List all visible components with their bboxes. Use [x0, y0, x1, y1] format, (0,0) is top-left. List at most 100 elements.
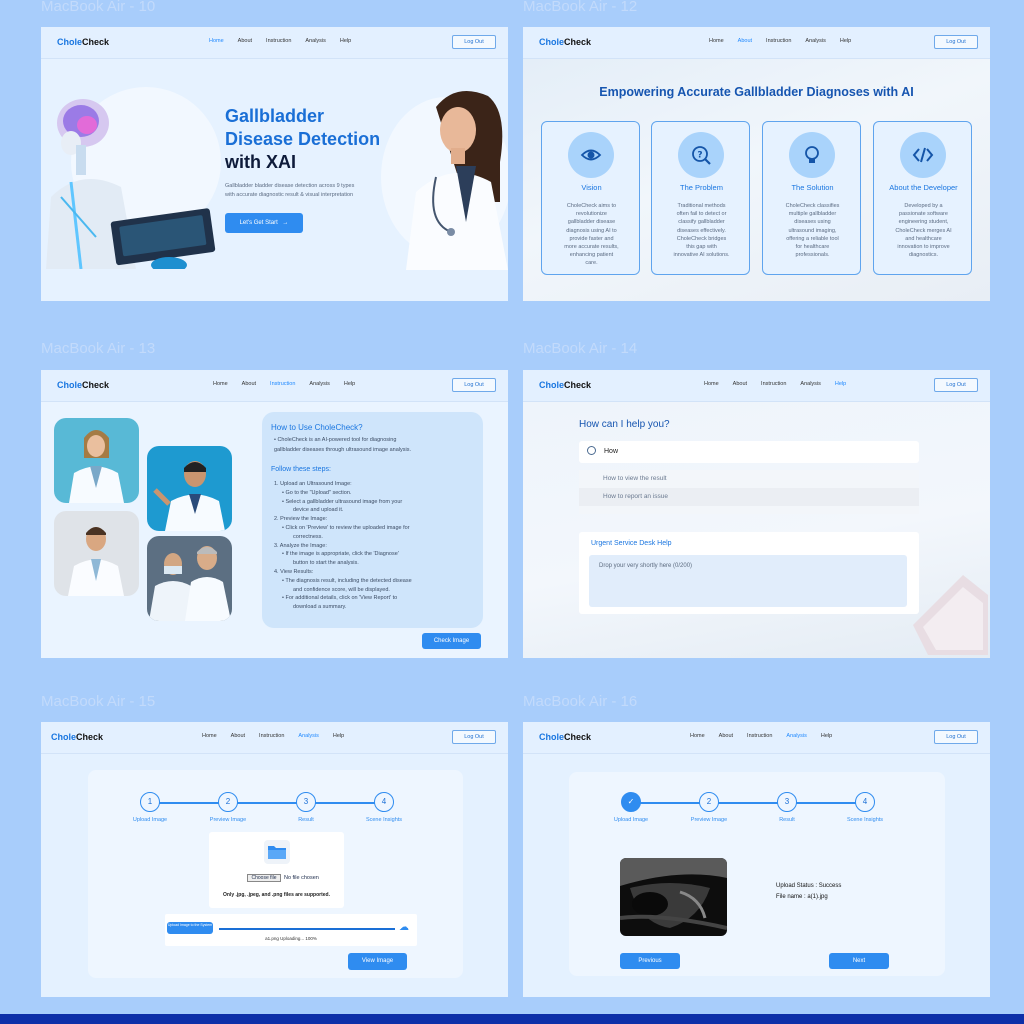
step-circle[interactable]: 2 [218, 792, 238, 812]
step-line: • The diagnosis result, including the de… [282, 577, 412, 584]
nav-about[interactable]: About [242, 381, 256, 387]
check-image-button[interactable]: Check Image [422, 633, 481, 649]
step-circle[interactable]: 3 [777, 792, 797, 812]
nav-instruction[interactable]: Instruction [766, 38, 791, 44]
hero-title: Gallbladder Disease Detection with XAI [225, 105, 380, 174]
step-circle[interactable]: 4 [374, 792, 394, 812]
nav-home[interactable]: Home [213, 381, 228, 387]
instructions-heading: How to Use CholeCheck? [271, 423, 363, 432]
nav-analysis[interactable]: Analysis [800, 381, 820, 387]
nav-home[interactable]: Home [690, 733, 705, 739]
arrow-right-icon: → [282, 220, 289, 226]
logout-button[interactable]: Log Out [934, 35, 978, 49]
instruction-frame: CholeCheck Home About Instruction Analys… [41, 370, 508, 658]
brand-logo[interactable]: CholeCheck [539, 732, 591, 742]
about-card-title: About the Developer [889, 183, 958, 192]
nav-analysis[interactable]: Analysis [786, 733, 806, 739]
nav-menu: Home About Instruction Analysis Help [202, 733, 344, 739]
nav-about[interactable]: About [738, 38, 752, 44]
nav-instruction[interactable]: Instruction [266, 38, 291, 44]
nav-home[interactable]: Home [209, 38, 224, 44]
step-label: Preview Image [690, 817, 728, 823]
nav-home[interactable]: Home [202, 733, 217, 739]
step-line: 1. Upload an Ultrasound Image: [274, 481, 352, 487]
code-icon [900, 132, 946, 178]
logout-button[interactable]: Log Out [934, 730, 978, 744]
nav-help[interactable]: Help [344, 381, 355, 387]
choose-file-button[interactable]: Choose file [247, 874, 281, 882]
upload-dropzone: Choose file No file chosen Only .jpg, .j… [209, 832, 344, 908]
logout-button[interactable]: Log Out [452, 730, 496, 744]
suggestion-item[interactable]: How to view the result [603, 475, 667, 482]
nav-instruction[interactable]: Instruction [761, 381, 786, 387]
search-input-value: How [604, 448, 619, 455]
stepper-line [631, 802, 865, 804]
doctor-photo [147, 446, 232, 531]
nav-about[interactable]: About [238, 38, 252, 44]
nav-instruction[interactable]: Instruction [270, 381, 295, 387]
nav-menu: Home About Instruction Analysis Help [704, 381, 846, 387]
nav-menu: Home About Instruction Analysis Help [209, 38, 351, 44]
nav-instruction[interactable]: Instruction [259, 733, 284, 739]
suggestion-list: How to view the result How to report an … [579, 470, 919, 514]
previous-button[interactable]: Previous [620, 953, 680, 969]
nav-instruction[interactable]: Instruction [747, 733, 772, 739]
upload-image-button[interactable]: Upload Image to the System [167, 922, 213, 934]
help-search-input[interactable]: How [579, 441, 919, 463]
nav-analysis[interactable]: Analysis [298, 733, 318, 739]
navbar: CholeCheck Home About Instruction Analys… [523, 722, 990, 754]
help-heading: How can I help you? [579, 419, 670, 430]
logout-button[interactable]: Log Out [452, 35, 496, 49]
step-circle[interactable]: 2 [699, 792, 719, 812]
hero-title-line1: Gallbladder [225, 106, 325, 126]
frame-label: MacBook Air - 15 [41, 693, 156, 710]
upload-status: Upload Status : Success [776, 883, 842, 889]
step-line: 4. View Results: [274, 568, 314, 575]
step-line: • For additional details, click on 'View… [282, 595, 398, 602]
nav-home[interactable]: Home [709, 38, 724, 44]
instructions-steps: 1. Upload an Ultrasound Image: • Go to th… [274, 480, 412, 612]
nav-menu: Home About Instruction Analysis Help [213, 381, 355, 387]
progress-track [219, 928, 395, 930]
brand-logo[interactable]: CholeCheck [51, 732, 103, 742]
nav-help[interactable]: Help [835, 381, 846, 387]
nav-help[interactable]: Help [333, 733, 344, 739]
get-started-label: Let's Get Start [239, 220, 278, 226]
bottom-bar [0, 1014, 1024, 1024]
logout-button[interactable]: Log Out [452, 378, 496, 392]
step-circle[interactable]: 4 [855, 792, 875, 812]
doctor-photo [54, 511, 139, 596]
brand-logo[interactable]: CholeCheck [539, 37, 591, 47]
nav-analysis[interactable]: Analysis [309, 381, 329, 387]
step-circle[interactable]: 1 [140, 792, 160, 812]
view-image-button[interactable]: View Image [348, 953, 407, 970]
nav-about[interactable]: About [733, 381, 747, 387]
suggestion-item[interactable]: How to report an issue [579, 488, 919, 506]
brand-logo[interactable]: CholeCheck [57, 380, 109, 390]
hero-title-line3: with XAI [225, 152, 296, 172]
step-label: Result [779, 817, 795, 823]
step-circle[interactable]: 3 [296, 792, 316, 812]
nav-analysis[interactable]: Analysis [805, 38, 825, 44]
brand-logo[interactable]: CholeCheck [539, 380, 591, 390]
next-button[interactable]: Next [829, 953, 889, 969]
step-circle[interactable]: ✓ [621, 792, 641, 812]
nav-about[interactable]: About [719, 733, 733, 739]
nav-about[interactable]: About [231, 733, 245, 739]
about-card-text: Traditional methods often fail to detect … [673, 203, 730, 259]
analysis-upload-frame: CholeCheck Home About Instruction Analys… [41, 722, 508, 997]
nav-analysis[interactable]: Analysis [305, 38, 325, 44]
file-name: File name : a(1).jpg [776, 894, 828, 900]
service-desk-textarea[interactable]: Drop your very shortly here (0/200) [589, 555, 907, 607]
nav-help[interactable]: Help [840, 38, 851, 44]
nav-help[interactable]: Help [821, 733, 832, 739]
brand-logo[interactable]: CholeCheck [57, 37, 109, 47]
no-file-text: No file chosen [284, 875, 319, 881]
about-card-title: The Problem [680, 183, 723, 192]
search-icon [587, 446, 596, 455]
logout-button[interactable]: Log Out [934, 378, 978, 392]
nav-help[interactable]: Help [340, 38, 351, 44]
nav-home[interactable]: Home [704, 381, 719, 387]
doctor-photo [396, 82, 508, 270]
get-started-button[interactable]: Let's Get Start → [225, 213, 303, 233]
